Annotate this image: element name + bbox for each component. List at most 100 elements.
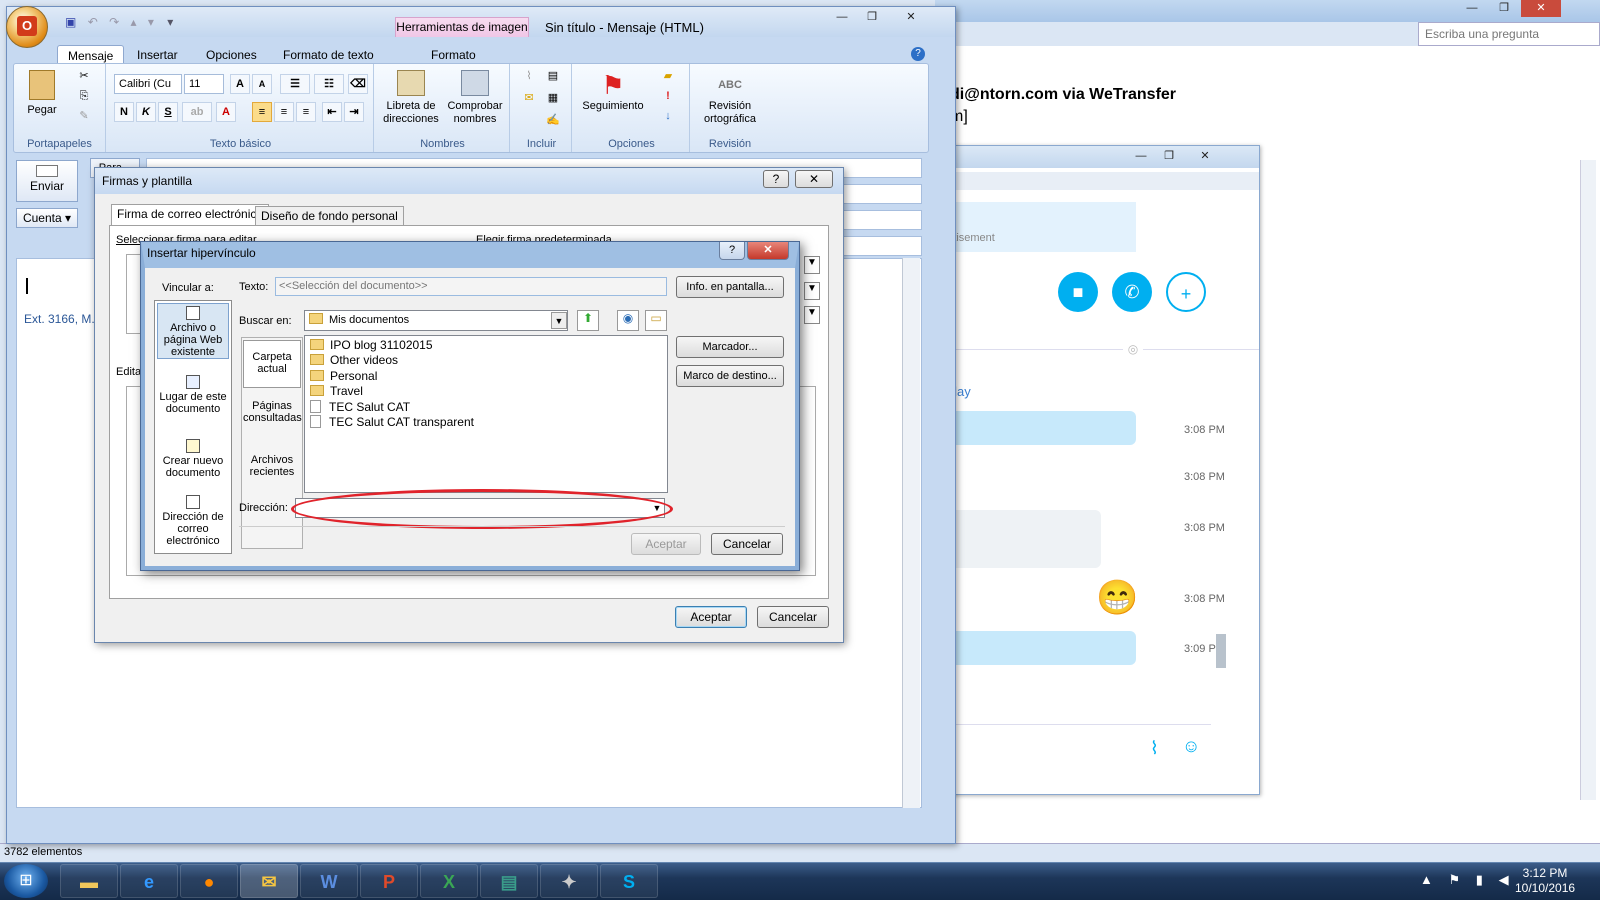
tab-personal-stationery[interactable]: Diseño de fondo personal	[255, 206, 404, 226]
redo-icon[interactable]: ↷	[109, 15, 119, 29]
dropdown-arrow-icon[interactable]: ▼	[804, 256, 820, 274]
minimize-icon[interactable]: —	[1128, 148, 1154, 165]
decrease-indent-icon[interactable]: ⇤	[322, 102, 342, 122]
tab-insertar[interactable]: Insertar	[127, 45, 188, 65]
office-button[interactable]: O	[6, 6, 48, 48]
help-icon[interactable]: ?	[911, 47, 925, 61]
volume-icon[interactable]: ◀	[1499, 872, 1509, 887]
list-item[interactable]: Personal	[310, 369, 377, 384]
tab-formato[interactable]: Formato	[421, 45, 486, 65]
reading-pane-scrollbar[interactable]	[1580, 160, 1596, 800]
tab-formato-texto[interactable]: Formato de texto	[273, 45, 384, 65]
minimize-icon[interactable]: —	[829, 9, 855, 26]
highlight-icon[interactable]: ab	[182, 102, 212, 122]
followup-button[interactable]: ⚑ Seguimiento	[578, 70, 648, 113]
close-icon[interactable]: ✕	[1192, 148, 1218, 165]
paste-button[interactable]: Pegar	[20, 70, 64, 117]
restore-icon[interactable]: ❐	[1156, 148, 1182, 165]
address-book-button[interactable]: Libreta de direcciones	[380, 70, 442, 126]
explorer-taskbar-icon[interactable]: ▬	[60, 864, 118, 898]
tab-mensaje[interactable]: Mensaje	[57, 45, 125, 65]
link-existing-file[interactable]: Archivo o página Web existente	[157, 303, 229, 359]
dropdown-arrow-icon[interactable]: ▼	[551, 312, 567, 329]
numbering-icon[interactable]: ☷	[314, 74, 344, 94]
shrink-font-icon[interactable]: A	[252, 74, 272, 94]
list-item[interactable]: IPO blog 31102015	[310, 338, 433, 353]
font-name-select[interactable]: Calibri (Cu	[114, 74, 182, 94]
bullets-icon[interactable]: ☰	[280, 74, 310, 94]
dropdown-arrow-icon[interactable]: ▼	[804, 282, 820, 300]
attach-file-icon[interactable]: ⌇	[520, 70, 538, 83]
chat-bubble[interactable]	[936, 631, 1136, 665]
clock[interactable]: 3:12 PM 10/10/2016	[1515, 866, 1575, 896]
underline-button[interactable]: S	[158, 102, 178, 122]
chat-bubble[interactable]	[936, 510, 1101, 568]
align-center-icon[interactable]: ≡	[274, 102, 294, 122]
gimp-taskbar-icon[interactable]: ✦	[540, 864, 598, 898]
low-importance-icon[interactable]: ↓	[658, 110, 678, 123]
close-icon[interactable]: ✕	[1521, 0, 1561, 17]
help-button[interactable]: ?	[719, 242, 745, 260]
check-names-button[interactable]: Comprobar nombres	[442, 70, 508, 126]
list-item[interactable]: TEC Salut CAT	[310, 400, 410, 415]
close-button[interactable]: ✕	[747, 242, 789, 260]
restore-icon[interactable]: ❐	[859, 9, 885, 26]
outlook-taskbar-icon[interactable]: ✉	[240, 864, 298, 898]
align-left-icon[interactable]: ≡	[252, 102, 272, 122]
undo-icon[interactable]: ↶	[88, 15, 98, 29]
attach-icon[interactable]: ⌇	[1150, 738, 1159, 759]
display-text-input[interactable]: <<Selección del documento>>	[275, 277, 667, 296]
up-arrow-icon[interactable]: ▴	[131, 15, 137, 29]
clear-format-icon[interactable]: ⌫	[348, 74, 368, 94]
italic-button[interactable]: K	[136, 102, 156, 122]
list-item[interactable]: Travel	[310, 384, 363, 399]
skype-taskbar-icon[interactable]: S	[600, 864, 658, 898]
add-contact-button[interactable]: +	[1166, 272, 1206, 312]
align-right-icon[interactable]: ≡	[296, 102, 316, 122]
video-call-button[interactable]: ■	[1058, 272, 1098, 312]
format-painter-icon[interactable]: ✎	[74, 110, 94, 123]
send-button[interactable]: Enviar	[16, 160, 78, 202]
spelling-button[interactable]: ABC Revisión ortográfica	[696, 70, 764, 126]
body-scrollbar[interactable]	[902, 258, 920, 808]
start-button[interactable]: ⊞	[4, 864, 48, 898]
flag-icon[interactable]: ⚑	[1449, 872, 1461, 887]
copy-icon[interactable]: ⎘	[74, 90, 94, 103]
browsed-pages-option[interactable]: Páginas consultadas	[243, 400, 302, 430]
browse-web-icon[interactable]: ◉	[617, 310, 639, 331]
show-hidden-icon[interactable]: ▲	[1420, 872, 1433, 887]
screen-tip-button[interactable]: Info. en pantalla...	[676, 276, 784, 298]
help-search-input[interactable]: Escriba una pregunta	[1418, 22, 1600, 46]
font-size-select[interactable]: 11	[184, 74, 224, 94]
increase-indent-icon[interactable]: ⇥	[344, 102, 364, 122]
ie-taskbar-icon[interactable]: e	[120, 864, 178, 898]
advertisement[interactable]: vertisement	[936, 202, 1136, 252]
bookmark-button[interactable]: Marcador...	[676, 336, 784, 358]
save-icon[interactable]: ▣	[65, 15, 76, 29]
skype-scroll-thumb[interactable]	[1216, 634, 1226, 668]
cut-icon[interactable]: ✂	[74, 70, 94, 83]
link-new-document[interactable]: Crear nuevo documento	[157, 437, 229, 487]
list-item[interactable]: TEC Salut CAT transparent	[310, 415, 474, 430]
high-importance-icon[interactable]: !	[658, 90, 678, 103]
close-icon[interactable]: ✕	[891, 9, 931, 26]
bold-button[interactable]: N	[114, 102, 134, 122]
categorize-icon[interactable]: ▰	[658, 70, 678, 83]
down-arrow-icon[interactable]: ▾	[148, 15, 154, 29]
link-email-address[interactable]: Dirección de correo electrónico	[157, 493, 229, 549]
calendar-icon[interactable]: ▦	[540, 92, 566, 105]
target-frame-button[interactable]: Marco de destino...	[676, 365, 784, 387]
excel-taskbar-icon[interactable]: X	[420, 864, 478, 898]
browse-file-icon[interactable]: ▭	[645, 310, 667, 331]
link-place-in-document[interactable]: Lugar de este documento	[157, 373, 229, 423]
accept-button[interactable]: Aceptar	[631, 533, 701, 555]
powerpoint-taskbar-icon[interactable]: P	[360, 864, 418, 898]
list-item[interactable]: Other videos	[310, 353, 398, 368]
emoticon-icon[interactable]: ☺	[1182, 736, 1200, 757]
up-folder-icon[interactable]: ⬆	[577, 310, 599, 331]
recent-files-option[interactable]: Archivos recientes	[243, 454, 301, 484]
cancel-button[interactable]: Cancelar	[757, 606, 829, 628]
look-in-select[interactable]: Mis documentos	[304, 310, 568, 331]
dropdown-arrow-icon[interactable]: ▼	[804, 306, 820, 324]
chat-bubble[interactable]	[936, 411, 1136, 445]
